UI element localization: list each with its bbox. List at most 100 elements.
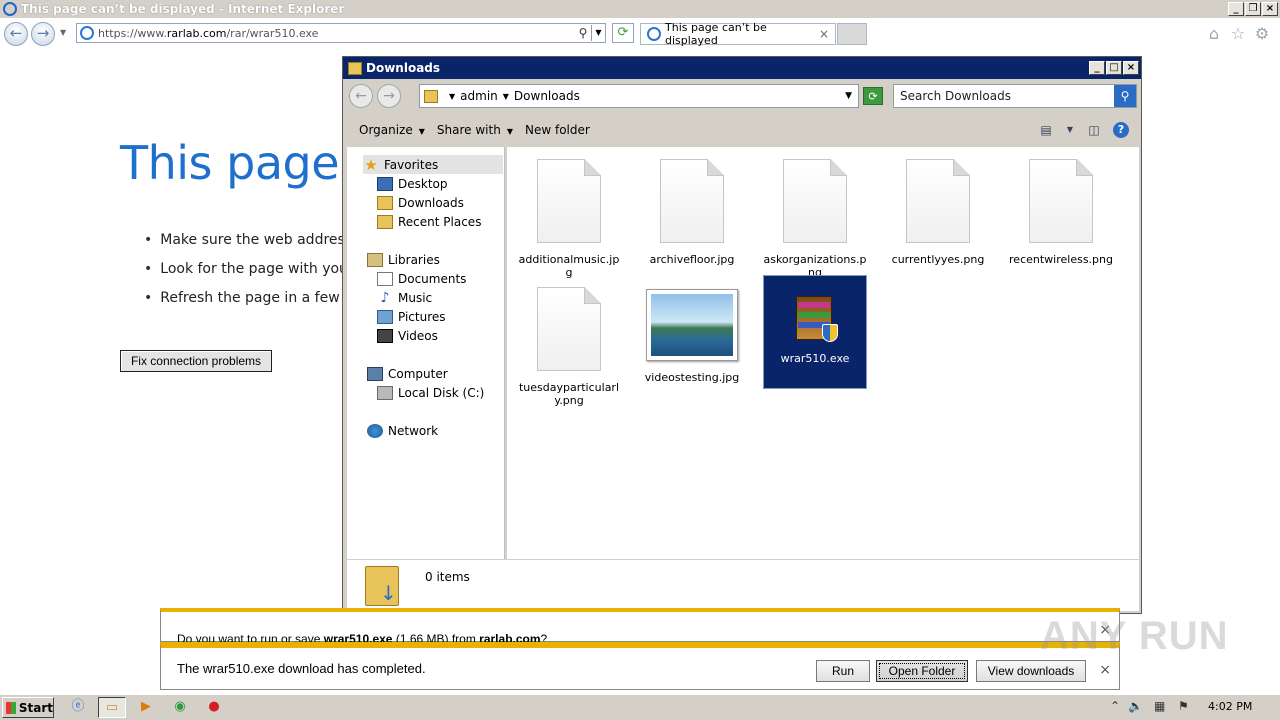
documents-icon <box>377 271 393 286</box>
explorer-back-icon[interactable]: ← <box>349 84 373 108</box>
volume-icon[interactable]: 🔈 <box>1128 699 1143 713</box>
watermark: ANY RUN <box>1040 614 1229 658</box>
network-tray-icon[interactable]: ▦ <box>1154 699 1165 713</box>
nav-downloads[interactable]: Downloads <box>377 193 464 212</box>
window-title: This page can’t be displayed - Internet … <box>21 2 345 16</box>
suggestion-item: Refresh the page in a few m <box>144 290 357 319</box>
document-icon <box>906 159 970 243</box>
fix-connection-button[interactable]: Fix connection problems <box>120 350 272 372</box>
file-item[interactable]: recentwireless.png <box>1009 147 1113 266</box>
url-text[interactable]: https://www.rarlab.com/rar/wrar510.exe <box>98 27 575 40</box>
explorer-minimize-button[interactable]: _ <box>1089 61 1105 75</box>
view-options-icon[interactable]: ▤ <box>1037 122 1055 138</box>
breadcrumb-dropdown-icon[interactable]: ▼ <box>845 91 852 101</box>
explorer-title-bar: Downloads _ □ × <box>343 57 1141 79</box>
details-pane: ↓ 0 items <box>347 559 1139 611</box>
forward-icon[interactable]: → <box>31 22 55 46</box>
explorer-forward-icon[interactable]: → <box>377 84 401 108</box>
open-folder-button[interactable]: Open Folder <box>876 660 968 682</box>
file-list: additionalmusic.jpg archivefloor.jpg ask… <box>507 147 1139 559</box>
file-item[interactable]: currentlyyes.png <box>886 147 990 266</box>
item-count: 0 items <box>425 570 470 584</box>
file-item[interactable]: videostesting.jpg <box>640 275 744 384</box>
nav-network[interactable]: Network <box>367 421 438 440</box>
document-icon <box>537 159 601 243</box>
pictures-icon <box>377 309 393 324</box>
search-icon[interactable]: ⚲ <box>575 25 591 41</box>
explorer-window: Downloads _ □ × ← → ▼ admin ▼ Downloads … <box>342 56 1142 614</box>
ie-logo-icon <box>3 2 17 16</box>
gear-icon[interactable]: ⚙ <box>1254 26 1270 42</box>
address-bar[interactable]: https://www.rarlab.com/rar/wrar510.exe ⚲… <box>76 23 606 43</box>
help-icon[interactable]: ? <box>1113 122 1129 138</box>
new-tab-button[interactable] <box>837 23 867 45</box>
explorer-close-button[interactable]: × <box>1123 61 1139 75</box>
breadcrumb-admin[interactable]: admin <box>460 89 498 103</box>
file-item[interactable]: additionalmusic.jpg <box>517 147 621 279</box>
view-dropdown-icon[interactable]: ▼ <box>1065 122 1075 138</box>
back-icon[interactable]: ← <box>4 22 28 46</box>
browser-tab[interactable]: This page can’t be displayed × <box>640 21 836 47</box>
flag-icon[interactable]: ⚑ <box>1178 699 1189 713</box>
tab-title: This page can’t be displayed <box>665 21 767 47</box>
nav-local-disk[interactable]: Local Disk (C:) <box>377 383 484 402</box>
preview-pane-icon[interactable]: ◫ <box>1085 122 1103 138</box>
document-icon <box>783 159 847 243</box>
videos-icon <box>377 328 393 343</box>
tray-expand-icon[interactable]: ⌃ <box>1110 699 1120 713</box>
nav-libraries[interactable]: Libraries <box>367 250 440 269</box>
close-button[interactable]: × <box>1262 2 1278 16</box>
search-placeholder[interactable]: Search Downloads <box>894 89 1114 103</box>
start-button[interactable]: Start <box>2 697 54 718</box>
view-downloads-button[interactable]: View downloads <box>976 660 1086 682</box>
restore-button[interactable]: ❐ <box>1245 2 1261 16</box>
explorer-refresh-icon[interactable]: ⟳ <box>863 87 883 105</box>
downloads-folder-icon <box>377 195 393 210</box>
media-player-icon[interactable]: ▶ <box>132 697 160 718</box>
tab-close-icon[interactable]: × <box>819 27 835 41</box>
document-icon <box>1029 159 1093 243</box>
close-icon[interactable]: × <box>1099 662 1111 678</box>
file-item[interactable]: askorganizations.png <box>763 147 867 279</box>
ie-taskbar-icon[interactable]: ⓔ <box>64 697 92 718</box>
file-item-selected[interactable]: wrar510.exe <box>763 275 867 389</box>
organize-button[interactable]: Organize ▼ <box>359 123 425 137</box>
breadcrumb-downloads[interactable]: Downloads <box>514 89 580 103</box>
recent-places-icon <box>377 214 393 229</box>
run-button[interactable]: Run <box>816 660 870 682</box>
star-icon: ★ <box>364 155 378 174</box>
nav-computer[interactable]: Computer <box>367 364 448 383</box>
error-page-title: This page c <box>120 136 378 190</box>
share-with-button[interactable]: Share with ▼ <box>437 123 513 137</box>
navigation-pane: ★ Favorites Desktop Downloads Recent Pla… <box>347 147 505 559</box>
file-item[interactable]: tuesdayparticularly.png <box>517 275 621 407</box>
nav-favorites[interactable]: ★ Favorites <box>363 155 503 174</box>
address-dropdown-icon[interactable]: ▼ <box>591 25 605 41</box>
nav-documents[interactable]: Documents <box>377 269 466 288</box>
chevron-down-icon[interactable]: ▼ <box>503 92 509 101</box>
history-dropdown-icon[interactable]: ▼ <box>60 28 66 37</box>
opera-icon[interactable]: ● <box>200 697 228 718</box>
minimize-button[interactable]: _ <box>1228 2 1244 16</box>
star-icon[interactable]: ☆ <box>1230 26 1246 42</box>
document-icon <box>537 287 601 371</box>
libraries-icon <box>367 252 383 267</box>
nav-pictures[interactable]: Pictures <box>377 307 446 326</box>
search-icon[interactable]: ⚲ <box>1114 85 1136 107</box>
chrome-icon[interactable]: ◉ <box>166 697 194 718</box>
new-folder-button[interactable]: New folder <box>525 123 590 137</box>
breadcrumb[interactable]: ▼ admin ▼ Downloads ▼ <box>419 84 859 108</box>
image-thumbnail <box>646 289 738 361</box>
nav-videos[interactable]: Videos <box>377 326 438 345</box>
home-icon[interactable]: ⌂ <box>1206 26 1222 42</box>
explorer-search-input[interactable]: Search Downloads ⚲ <box>893 84 1137 108</box>
explorer-maximize-button[interactable]: □ <box>1106 61 1122 75</box>
nav-music[interactable]: ♪ Music <box>377 288 433 307</box>
explorer-taskbar-icon[interactable]: ▭ <box>98 697 126 718</box>
file-item[interactable]: archivefloor.jpg <box>640 147 744 266</box>
refresh-icon[interactable]: ⟳ <box>612 23 634 43</box>
nav-desktop[interactable]: Desktop <box>377 174 448 193</box>
chevron-down-icon[interactable]: ▼ <box>449 92 455 101</box>
ie-title-bar: This page can’t be displayed - Internet … <box>0 0 1280 18</box>
nav-recent-places[interactable]: Recent Places <box>377 212 481 231</box>
